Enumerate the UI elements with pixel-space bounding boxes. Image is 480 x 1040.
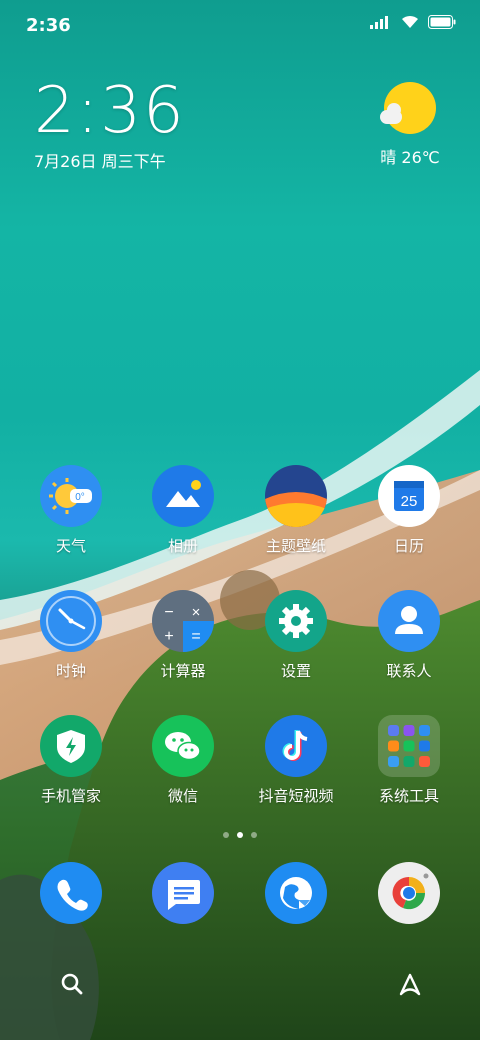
page-dot[interactable] <box>223 832 229 838</box>
weather-icon: 0° <box>40 465 102 527</box>
signal-icon <box>370 15 388 29</box>
assistant-icon[interactable] <box>396 970 424 998</box>
page-dot-active[interactable] <box>237 832 243 838</box>
app-calculator[interactable]: − × + = 计算器 <box>128 590 238 681</box>
app-label: 抖音短视频 <box>258 787 334 805</box>
svg-text:×: × <box>192 604 201 621</box>
app-label: 相册 <box>167 537 198 555</box>
app-label: 天气 <box>55 537 86 555</box>
weather-temperature: 26℃ <box>401 148 440 167</box>
app-label: 主题壁纸 <box>265 537 326 555</box>
folder-icon <box>378 715 440 777</box>
app-gallery[interactable]: 相册 <box>128 465 238 556</box>
clock-icon <box>40 590 102 652</box>
tiktok-icon <box>265 715 327 777</box>
svg-text:0°: 0° <box>75 492 85 503</box>
weather-text: 晴 26℃ <box>370 144 450 168</box>
app-wechat[interactable]: 微信 <box>128 715 238 806</box>
wechat-icon <box>152 715 214 777</box>
themes-icon <box>265 465 327 527</box>
settings-gear-icon <box>265 590 327 652</box>
app-label: 日历 <box>393 537 424 555</box>
status-time: 2:36 <box>26 15 71 36</box>
dock-camera[interactable] <box>354 862 464 924</box>
app-label: 时钟 <box>55 662 86 680</box>
security-shield-icon <box>40 715 102 777</box>
weather-widget[interactable]: 晴 26℃ <box>370 82 450 168</box>
phone-icon <box>40 862 102 924</box>
app-label: 联系人 <box>386 662 432 680</box>
app-calendar[interactable]: 25 日历 <box>354 465 464 556</box>
app-douyin[interactable]: 抖音短视频 <box>241 715 351 806</box>
app-label: 微信 <box>167 787 198 805</box>
dock-browser[interactable] <box>241 862 351 924</box>
app-label: 系统工具 <box>378 787 439 805</box>
app-label: 设置 <box>280 662 311 680</box>
page-dot[interactable] <box>251 832 257 838</box>
widget-time: 2:36 <box>34 74 186 148</box>
svg-text:=: = <box>191 628 200 645</box>
calendar-day: 25 <box>401 493 418 510</box>
app-label: 计算器 <box>160 662 206 680</box>
wifi-icon <box>402 15 418 28</box>
contacts-icon <box>378 590 440 652</box>
battery-icon <box>428 14 456 29</box>
gallery-icon <box>152 465 214 527</box>
app-themes[interactable]: 主题壁纸 <box>241 465 351 556</box>
sunny-icon <box>380 82 436 134</box>
app-security[interactable]: 手机管家 <box>16 715 126 806</box>
calculator-icon: − × + = <box>152 590 214 652</box>
weather-condition: 晴 <box>380 148 397 167</box>
dock-phone[interactable] <box>16 862 126 924</box>
svg-text:+: + <box>164 628 173 645</box>
page-indicator <box>0 832 480 838</box>
search-icon[interactable] <box>60 972 84 996</box>
app-clock[interactable]: 时钟 <box>16 590 126 681</box>
clock-widget[interactable]: 2:36 7月26日 周三下午 <box>34 78 186 172</box>
svg-text:−: − <box>164 604 173 621</box>
calendar-icon: 25 <box>378 465 440 527</box>
browser-icon <box>265 862 327 924</box>
app-settings[interactable]: 设置 <box>241 590 351 681</box>
widget-date: 7月26日 周三下午 <box>34 152 166 171</box>
app-folder-system-tools[interactable]: 系统工具 <box>354 715 464 806</box>
bottom-bar <box>0 960 480 1010</box>
app-contacts[interactable]: 联系人 <box>354 590 464 681</box>
dock-messages[interactable] <box>128 862 238 924</box>
status-bar: 2:36 <box>0 0 480 50</box>
app-weather[interactable]: 0° 天气 <box>16 465 126 556</box>
messages-icon <box>152 862 214 924</box>
app-label: 手机管家 <box>40 787 101 805</box>
camera-icon <box>378 862 440 924</box>
